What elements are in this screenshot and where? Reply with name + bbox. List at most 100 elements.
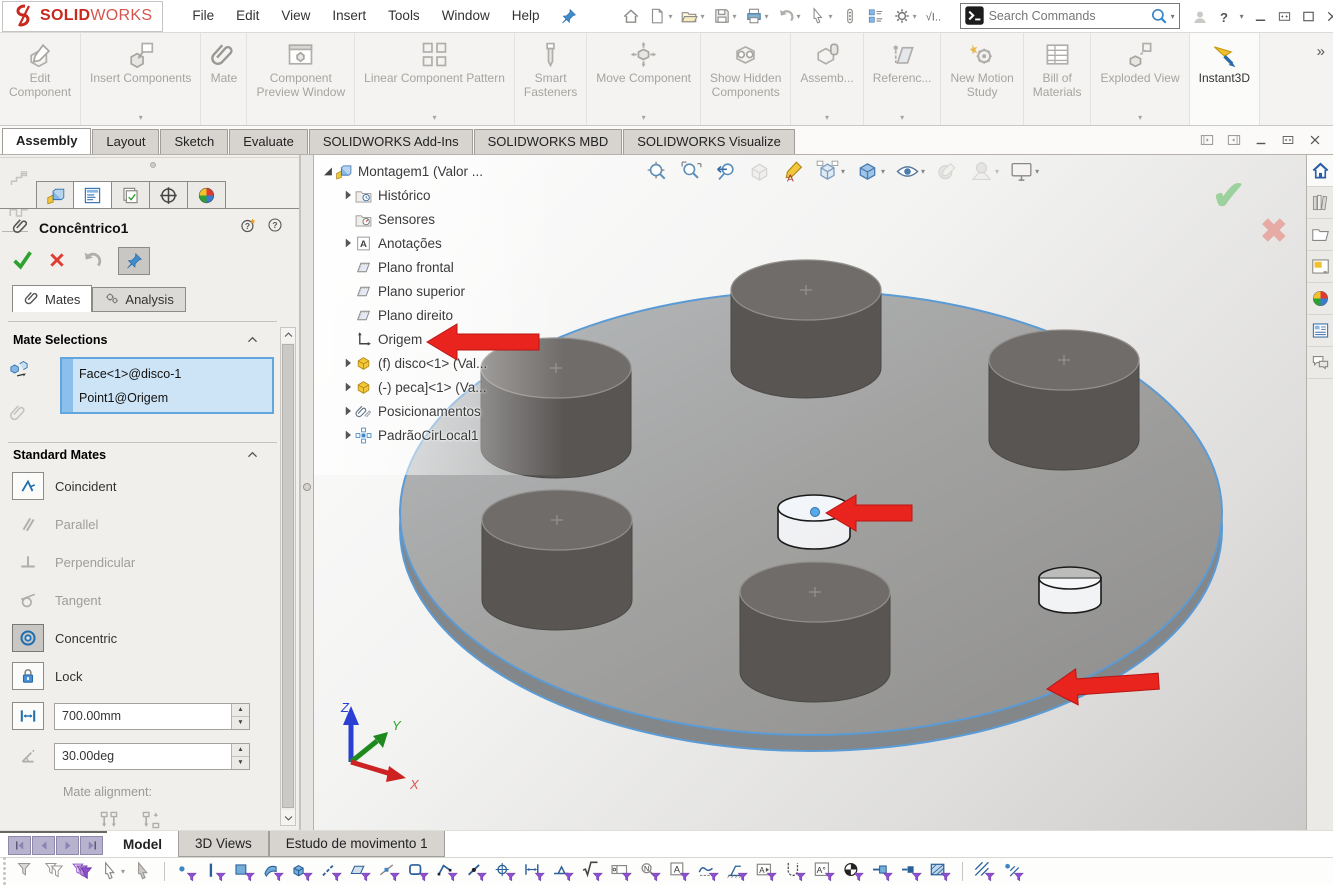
- confirmation-ok-icon[interactable]: ✔: [1212, 173, 1246, 219]
- ribbon-reference-geometry[interactable]: Referenc...▾: [864, 33, 942, 125]
- filter-midpoints-button[interactable]: [379, 861, 400, 882]
- new-document-dropdown-icon[interactable]: ▾: [668, 12, 672, 21]
- display-pane-tree-icon[interactable]: [9, 169, 29, 194]
- tab-evaluate[interactable]: Evaluate: [229, 129, 308, 154]
- expander-icon[interactable]: [340, 236, 355, 250]
- angle-spinner[interactable]: ▲▼: [231, 744, 249, 769]
- home-button[interactable]: [619, 5, 643, 27]
- splitter-handle[interactable]: [303, 483, 311, 491]
- filter-solid-bodies-button[interactable]: [292, 861, 313, 882]
- panel-splitter[interactable]: [300, 155, 314, 830]
- cylinder-front-center[interactable]: [740, 562, 890, 702]
- menu-insert[interactable]: Insert: [321, 0, 377, 32]
- chevron-down-icon[interactable]: ▾: [433, 113, 437, 123]
- filter-weld-beads-button[interactable]: [698, 861, 719, 882]
- settings-gear-dropdown-icon[interactable]: ▾: [913, 12, 917, 21]
- tree-item-posicionamentos[interactable]: Posicionamentos: [340, 399, 487, 423]
- tab-property-manager[interactable]: [74, 181, 112, 209]
- ribbon-overflow-button[interactable]: »: [1309, 33, 1333, 70]
- menu-view[interactable]: View: [270, 0, 321, 32]
- options-list-button[interactable]: [864, 5, 888, 27]
- user-icon[interactable]: [1192, 9, 1207, 24]
- mate-type-lock[interactable]: Lock: [12, 660, 82, 692]
- dock-left-panel-button[interactable]: [1200, 133, 1215, 148]
- filter-sketches-button[interactable]: [408, 861, 429, 882]
- ribbon-mate[interactable]: Mate: [201, 33, 247, 125]
- filter-weld-symbols-button[interactable]: [553, 861, 574, 882]
- minimize-panel-button[interactable]: [1254, 133, 1269, 148]
- display-style-dropdown-icon[interactable]: ▾: [881, 167, 885, 176]
- filter-planes-button[interactable]: [350, 861, 371, 882]
- cylinder-top[interactable]: [731, 260, 881, 398]
- select-arrow-dropdown-button[interactable]: ▾: [100, 861, 125, 881]
- filter-hatch-button[interactable]: [974, 861, 995, 882]
- select-lasso-button[interactable]: [133, 861, 153, 881]
- collapse-section-icon[interactable]: [246, 334, 259, 347]
- tab-assembly[interactable]: Assembly: [2, 128, 91, 154]
- select-cursor-dropdown-icon[interactable]: ▾: [829, 12, 833, 21]
- tab-model[interactable]: Model: [107, 831, 178, 857]
- task-pane-view-palette[interactable]: [1307, 251, 1333, 283]
- filter-sketch-segments-button[interactable]: [437, 861, 458, 882]
- menu-help[interactable]: Help: [501, 0, 551, 32]
- tree-item-padr-ocirlocal1[interactable]: PadrãoCirLocal1: [340, 423, 487, 447]
- filter-routing-points-button[interactable]: [901, 861, 922, 882]
- filter-regions-button[interactable]: [930, 861, 951, 882]
- chevron-down-icon[interactable]: ▾: [825, 113, 829, 123]
- print-button[interactable]: ▾: [742, 5, 772, 27]
- tab-display-manager[interactable]: [188, 181, 226, 209]
- tab-layout[interactable]: Layout: [92, 129, 159, 154]
- tree-item-plano-superior[interactable]: Plano superior: [340, 279, 487, 303]
- tab-feature-manager[interactable]: [36, 181, 74, 209]
- search-input[interactable]: [989, 9, 1150, 23]
- tab-mates[interactable]: Mates: [12, 285, 92, 312]
- panel-split-handle[interactable]: [150, 162, 156, 168]
- tree-item-hist-rico[interactable]: Histórico: [340, 183, 487, 207]
- small-cylinder-selected[interactable]: [778, 495, 850, 549]
- tree-item-plano-frontal[interactable]: Plano frontal: [340, 255, 487, 279]
- undo-button[interactable]: [81, 249, 103, 274]
- aligned-icon[interactable]: [98, 809, 120, 834]
- filter-datum-targets-button[interactable]: [727, 861, 748, 882]
- menu-tools[interactable]: Tools: [377, 0, 431, 32]
- ribbon-linear-pattern[interactable]: Linear Component Pattern▾: [355, 33, 515, 125]
- tab-estudo-de-movimento-1[interactable]: Estudo de movimento 1: [269, 831, 445, 857]
- close-button[interactable]: [1325, 9, 1333, 24]
- tab-solidworks-mbd[interactable]: SOLIDWORKS MBD: [474, 129, 623, 154]
- filter-center-marks-button[interactable]: [495, 861, 516, 882]
- tree-item-montagem1-valor[interactable]: Montagem1 (Valor ...: [320, 159, 487, 183]
- filter-single-button[interactable]: [16, 861, 36, 881]
- filter-annotations-button[interactable]: A: [756, 861, 777, 882]
- filter-balloons-button[interactable]: A: [669, 861, 690, 882]
- confirmation-cancel-icon[interactable]: ✖: [1260, 211, 1288, 250]
- cylinder-front-left[interactable]: [482, 490, 632, 630]
- apply-scene-button[interactable]: ▾: [968, 158, 1001, 185]
- chevron-down-icon[interactable]: ▾: [139, 113, 143, 123]
- ribbon-edit-component[interactable]: EditComponent: [0, 33, 81, 125]
- mate-selections-list[interactable]: Face<1>@disco-1 Point1@Origem: [60, 357, 274, 414]
- filter-faces-button[interactable]: [234, 861, 255, 882]
- pin-menu-icon[interactable]: [560, 8, 577, 25]
- tree-item-peca-1-va[interactable]: (-) peca]<1> (Va...: [340, 375, 487, 399]
- ribbon-exploded-view[interactable]: Exploded View▾: [1091, 33, 1189, 125]
- filter-sketch-points-button[interactable]: [466, 861, 487, 882]
- zoom-area-button[interactable]: [678, 158, 705, 185]
- sketch-visibility-button[interactable]: A: [780, 158, 807, 185]
- tab-solidworks-visualize[interactable]: SOLIDWORKS Visualize: [623, 129, 795, 154]
- filter-stack-active-button[interactable]: [72, 861, 92, 881]
- undo-dropdown-icon[interactable]: ▾: [797, 12, 801, 21]
- ribbon-component-preview[interactable]: ComponentPreview Window: [247, 33, 355, 125]
- ribbon-bill-of-materials[interactable]: Bill ofMaterials: [1024, 33, 1092, 125]
- filter-notes-button[interactable]: N: [640, 861, 661, 882]
- display-style-button[interactable]: ▾: [854, 158, 887, 185]
- angle-input[interactable]: [54, 743, 250, 770]
- help-dropdown-icon[interactable]: ▾: [1240, 12, 1244, 21]
- panel-scrollbar[interactable]: [280, 327, 296, 826]
- close-panel-button[interactable]: [1308, 133, 1323, 148]
- menu-file[interactable]: File: [181, 0, 225, 32]
- filter-datums-button[interactable]: [611, 861, 632, 882]
- scroll-down-icon[interactable]: [281, 810, 295, 825]
- anti-aligned-icon[interactable]: [140, 809, 162, 834]
- ribbon-assembly-features[interactable]: Assemb...▾: [791, 33, 863, 125]
- ribbon-motion-study[interactable]: New MotionStudy: [941, 33, 1023, 125]
